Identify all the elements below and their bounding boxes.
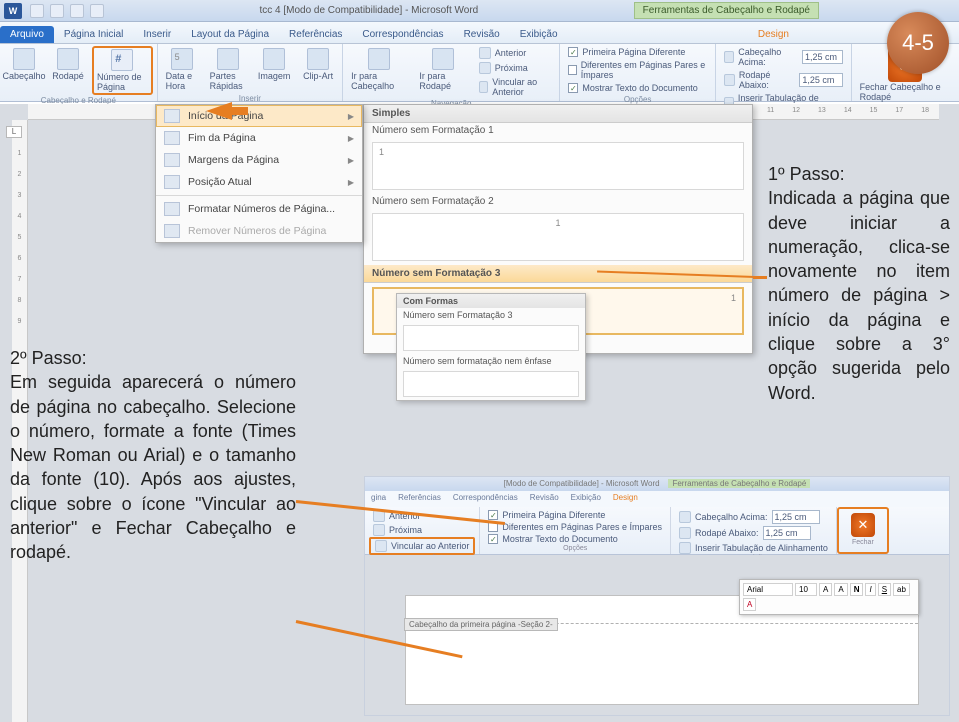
mini-footer-bottom[interactable]: Rodapé Abaixo:1,25 cm: [675, 525, 832, 541]
gallery-item-label: Número sem Formatação 1: [364, 123, 752, 138]
highlight-icon[interactable]: ab: [893, 583, 910, 596]
callout-connector: [753, 276, 767, 279]
dropdown-top-of-page[interactable]: Início da Página▶: [156, 105, 362, 127]
footer-from-bottom[interactable]: Rodapé Abaixo:1,25 cm: [720, 69, 847, 91]
group-navigation: Ir para Cabeçalho Ir para Rodapé Anterio…: [343, 44, 560, 101]
goto-header-button[interactable]: Ir para Cabeçalho: [347, 46, 411, 93]
file-tab[interactable]: Arquivo: [0, 26, 54, 43]
mini-link-previous[interactable]: Vincular ao Anterior: [369, 537, 475, 555]
group-header-footer: Cabeçalho Rodapé #Número de Página Cabeç…: [0, 44, 158, 101]
picture-button[interactable]: Imagem: [254, 46, 294, 83]
mini-check-3[interactable]: ✓Mostrar Texto do Documento: [484, 533, 666, 545]
mini-tabs: ginaReferênciasCorrespondênciasRevisãoEx…: [365, 491, 949, 507]
gallery-secondary: Com Formas Número sem Formatação 3 Númer…: [396, 293, 586, 401]
mini-ribbon: Anterior Próxima Vincular ao Anterior Na…: [365, 507, 949, 555]
mini-align-tab[interactable]: Inserir Tabulação de Alinhamento: [675, 541, 832, 555]
mini-close-header-footer[interactable]: ✕: [843, 511, 883, 539]
dropdown-page-margins[interactable]: Margens da Página▶: [156, 149, 362, 171]
mini-check-2[interactable]: Diferentes em Páginas Pares e Ímpares: [484, 521, 666, 533]
gallery-item-1[interactable]: 1: [372, 142, 744, 190]
bold-icon[interactable]: N: [850, 583, 864, 596]
slide-number-badge: 4-5: [887, 12, 949, 74]
mini-doc-area: Arial 10 A A N I S ab A Cabeçalho da pri…: [365, 555, 949, 715]
italic-icon[interactable]: I: [865, 583, 875, 596]
gallery2-item-1[interactable]: [403, 325, 579, 351]
annotation-step2: 2º Passo: Em seguida aparecerá o número …: [10, 346, 296, 565]
mini-contextual-tab: Ferramentas de Cabeçalho e Rodapé: [668, 479, 810, 488]
link-previous-button[interactable]: Vincular ao Anterior: [475, 76, 556, 98]
group-position: Cabeçalho Acima:1,25 cm Rodapé Abaixo:1,…: [716, 44, 852, 101]
tab-design[interactable]: Design: [748, 26, 799, 43]
odd-even-different-check[interactable]: Diferentes em Páginas Pares e Ímpares: [564, 59, 711, 81]
mini-font-toolbar[interactable]: Arial 10 A A N I S ab A: [739, 579, 919, 615]
tab-home[interactable]: Página Inicial: [54, 26, 133, 43]
tab-mailings[interactable]: Correspondências: [352, 26, 453, 43]
clipart-button[interactable]: Clip-Art: [298, 46, 338, 83]
gallery2-item-label: Número sem formatação nem ênfase: [397, 354, 585, 368]
title-bar: W tcc 4 [Modo de Compatibilidade] - Micr…: [0, 0, 959, 22]
previous-button[interactable]: Anterior: [475, 46, 556, 60]
window-title: tcc 4 [Modo de Compatibilidade] - Micros…: [104, 5, 634, 16]
gallery2-header: Com Formas: [397, 294, 585, 308]
dropdown-bottom-of-page[interactable]: Fim da Página▶: [156, 127, 362, 149]
font-name-box[interactable]: Arial: [743, 583, 793, 596]
page-number-button[interactable]: #Número de Página: [92, 46, 153, 95]
view-button[interactable]: L: [6, 126, 22, 138]
next-button[interactable]: Próxima: [475, 61, 556, 75]
dropdown-format-numbers[interactable]: Formatar Números de Página...: [156, 198, 362, 220]
header-button[interactable]: Cabeçalho: [4, 46, 44, 83]
goto-footer-button[interactable]: Ir para Rodapé: [415, 46, 470, 93]
mini-header-top[interactable]: Cabeçalho Acima:1,25 cm: [675, 509, 832, 525]
mini-check-1[interactable]: ✓Primeira Página Diferente: [484, 509, 666, 521]
mini-next[interactable]: Próxima: [369, 523, 475, 537]
contextual-tab-label: Ferramentas de Cabeçalho e Rodapé: [634, 2, 819, 19]
annotation-step2-title: 2º Passo:: [10, 346, 296, 370]
tab-review[interactable]: Revisão: [454, 26, 510, 43]
page-number-dropdown: Início da Página▶ Fim da Página▶ Margens…: [155, 104, 363, 243]
header-section-tag: Cabeçalho da primeira página -Seção 2-: [404, 618, 558, 631]
dropdown-remove-numbers[interactable]: Remover Números de Página: [156, 220, 362, 242]
chevron-right-icon: ▶: [348, 156, 354, 165]
tab-layout[interactable]: Layout da Página: [181, 26, 279, 43]
gallery2-item-label: Número sem Formatação 3: [397, 308, 585, 322]
shrink-font-icon[interactable]: A: [834, 583, 847, 596]
word-icon: W: [4, 3, 22, 19]
callout-arrow-icon: [206, 100, 248, 122]
quick-parts-button[interactable]: Partes Rápidas: [206, 46, 250, 93]
quick-access-toolbar[interactable]: [30, 4, 104, 18]
tab-insert[interactable]: Inserir: [133, 26, 181, 43]
group-insert: 5Data e Hora Partes Rápidas Imagem Clip-…: [158, 44, 343, 101]
secondary-screenshot: [Modo de Compatibilidade] - Microsoft Wo…: [364, 476, 950, 716]
chevron-right-icon: ▶: [348, 178, 354, 187]
ribbon: Cabeçalho Rodapé #Número de Página Cabeç…: [0, 44, 959, 102]
footer-button[interactable]: Rodapé: [48, 46, 88, 83]
first-page-different-check[interactable]: ✓Primeira Página Diferente: [564, 46, 711, 58]
font-size-box[interactable]: 10: [795, 583, 817, 596]
header-from-top[interactable]: Cabeçalho Acima:1,25 cm: [720, 46, 847, 68]
gallery-item-2[interactable]: 1: [372, 213, 744, 261]
tab-references[interactable]: Referências: [279, 26, 352, 43]
grow-font-icon[interactable]: A: [819, 583, 832, 596]
gallery-header-simple: Simples: [364, 105, 752, 123]
close-icon: ✕: [851, 513, 875, 537]
font-color-icon[interactable]: A: [743, 598, 756, 611]
chevron-right-icon: ▶: [348, 134, 354, 143]
annotation-step2-body: Em seguida aparecerá o número de página …: [10, 370, 296, 564]
annotation-step1-title: 1º Passo:: [768, 162, 950, 186]
chevron-right-icon: ▶: [348, 112, 354, 121]
mini-title: [Modo de Compatibilidade] - Microsoft Wo…: [504, 479, 660, 488]
date-time-button[interactable]: 5Data e Hora: [162, 46, 202, 93]
gallery2-item-2[interactable]: [403, 371, 579, 397]
ribbon-tabs: Arquivo Página Inicial Inserir Layout da…: [0, 22, 959, 44]
show-doc-text-check[interactable]: ✓Mostrar Texto do Documento: [564, 82, 711, 94]
dropdown-current-position[interactable]: Posição Atual▶: [156, 171, 362, 193]
gallery-item-label: Número sem Formatação 2: [364, 194, 752, 209]
annotation-step1: 1º Passo: Indicada a página que deve ini…: [768, 162, 950, 405]
tab-view[interactable]: Exibição: [510, 26, 568, 43]
underline-icon[interactable]: S: [878, 583, 891, 596]
annotation-step1-body: Indicada a página que deve iniciar a num…: [768, 186, 950, 405]
group-options: ✓Primeira Página Diferente Diferentes em…: [560, 44, 716, 101]
